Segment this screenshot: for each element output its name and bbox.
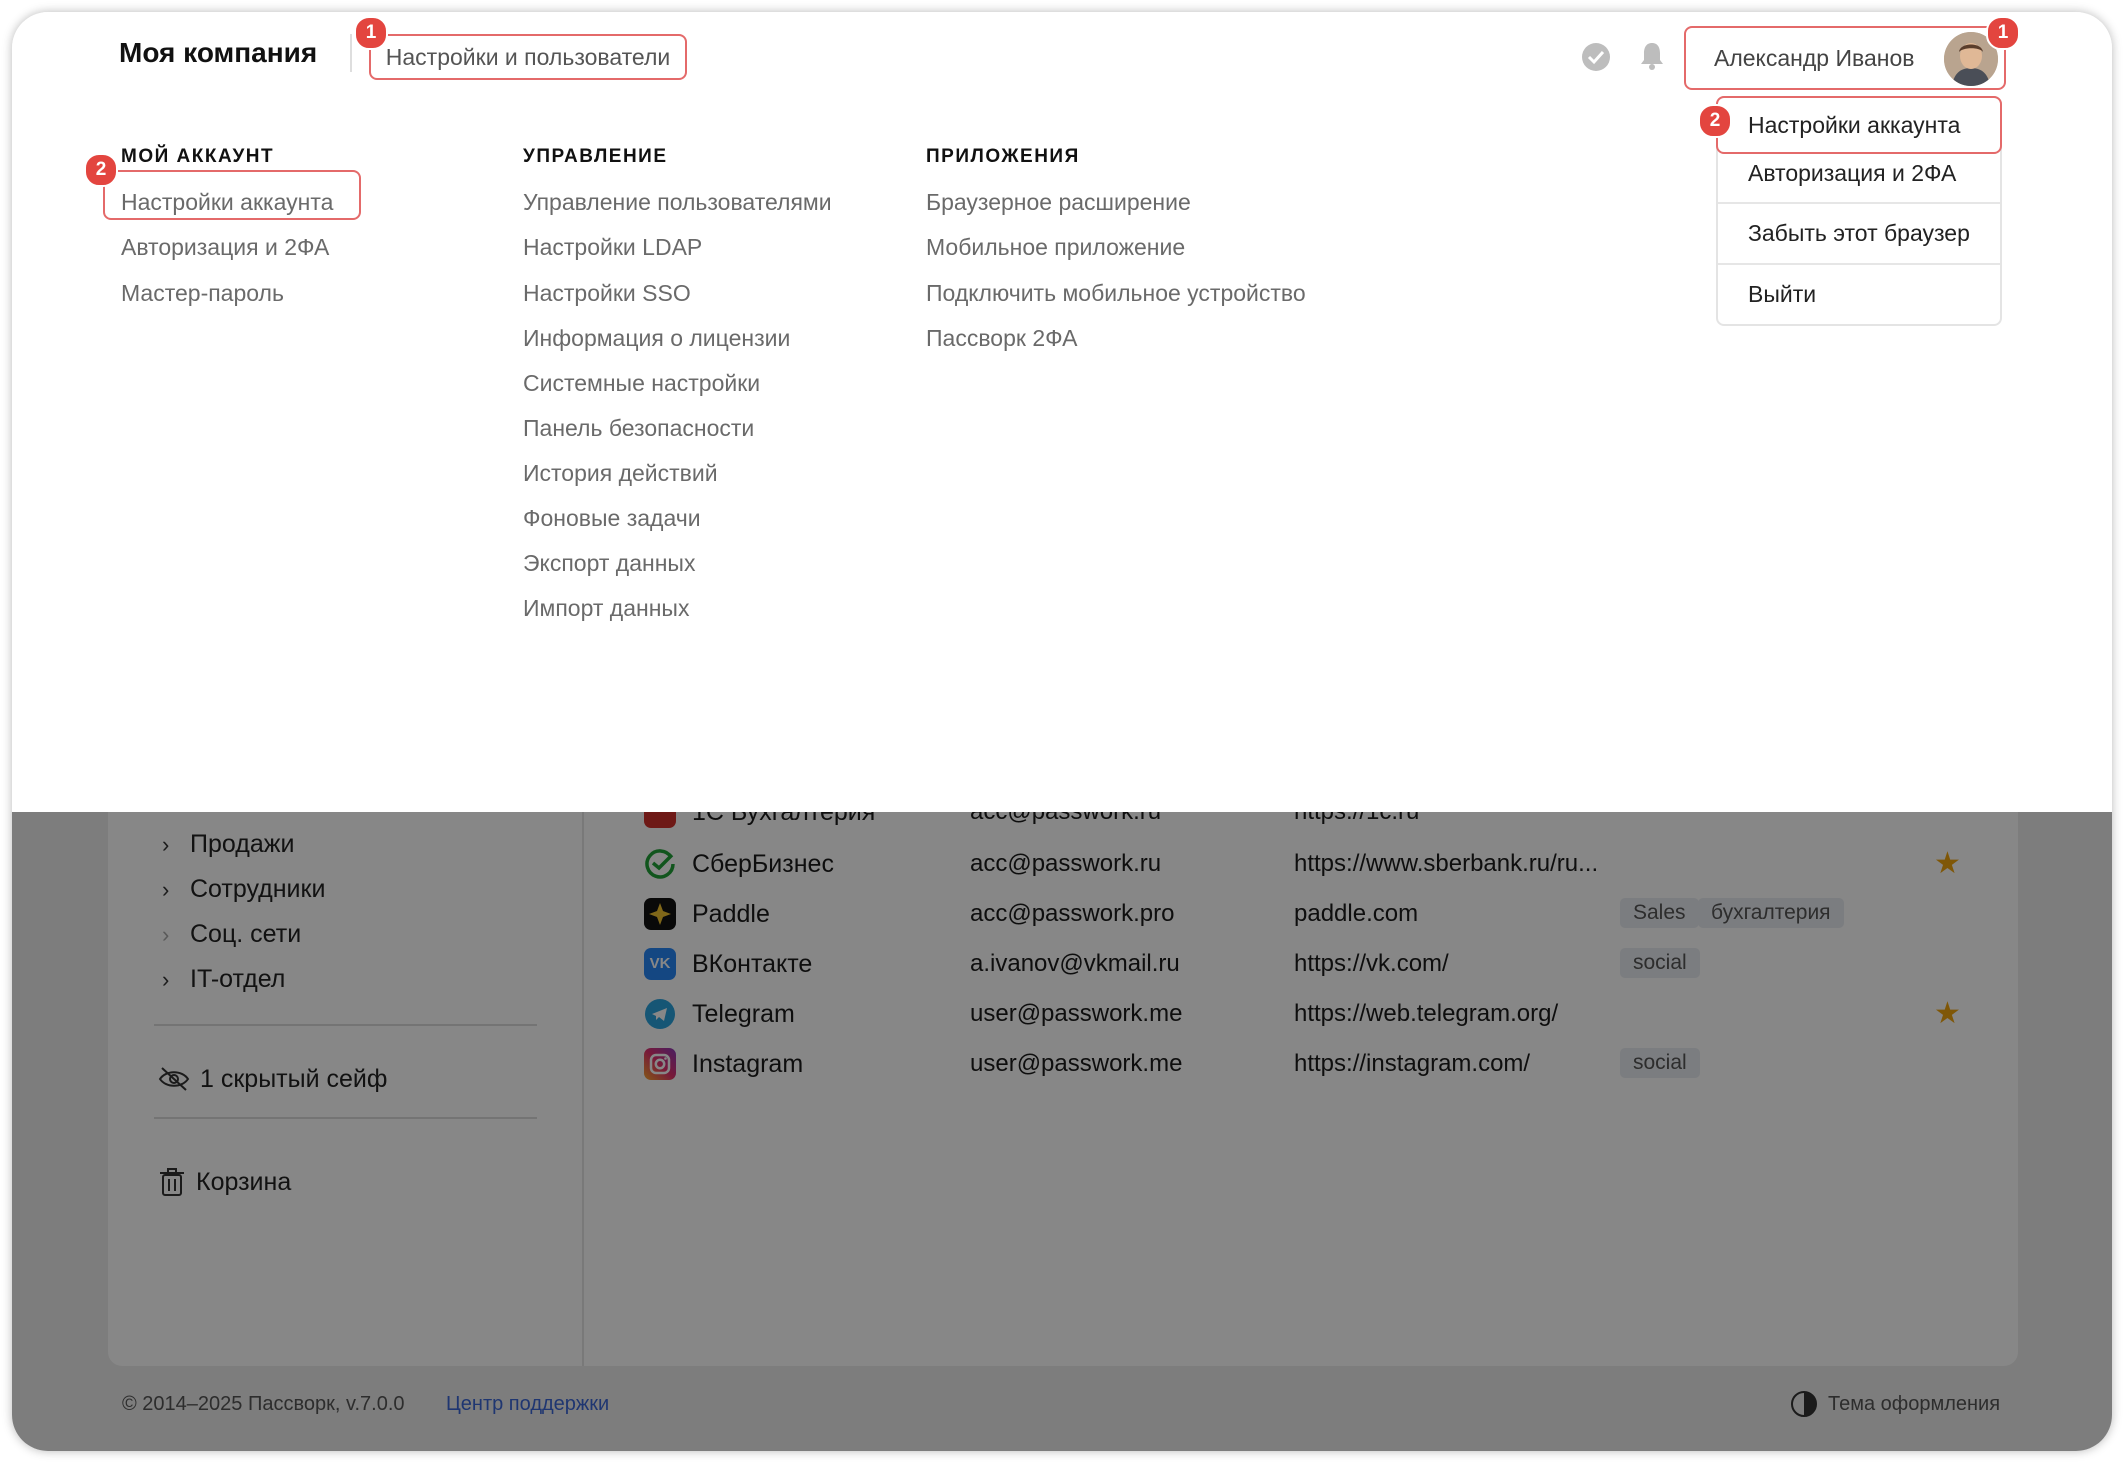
step-badge: 2 xyxy=(84,153,118,187)
dropdown-forget-browser[interactable]: Забыть этот браузер xyxy=(1718,218,2000,248)
menu-connect-mobile-device[interactable]: Подключить мобильное устройство xyxy=(926,278,1306,308)
dropdown-divider xyxy=(1718,263,2000,265)
menu-background-tasks[interactable]: Фоновые задачи xyxy=(523,503,701,533)
company-name[interactable]: Моя компания xyxy=(119,36,317,70)
management-heading: УПРАВЛЕНИЕ xyxy=(523,146,668,167)
menu-data-export[interactable]: Экспорт данных xyxy=(523,548,695,578)
highlight-frame xyxy=(103,170,361,220)
dropdown-divider xyxy=(1718,202,2000,204)
menu-master-password[interactable]: Мастер-пароль xyxy=(121,278,284,308)
menu-user-management[interactable]: Управление пользователями xyxy=(523,187,832,217)
step-badge: 1 xyxy=(354,16,388,50)
menu-browser-extension[interactable]: Браузерное расширение xyxy=(926,187,1191,217)
user-name: Александр Иванов xyxy=(1714,45,1915,71)
my-account-heading: МОЙ АККАУНТ xyxy=(121,146,275,167)
settings-link-label: Настройки и пользователи xyxy=(385,43,671,70)
menu-passwork-2fa[interactable]: Пассворк 2ФА xyxy=(926,323,1077,353)
header-divider xyxy=(350,34,352,72)
apps-heading: ПРИЛОЖЕНИЯ xyxy=(926,146,1080,167)
menu-ldap-settings[interactable]: Настройки LDAP xyxy=(523,232,702,262)
user-menu-button[interactable]: Александр Иванов xyxy=(1684,26,2006,90)
top-header: Моя компания Настройки и пользователи Ал… xyxy=(12,12,2112,106)
menu-mobile-app[interactable]: Мобильное приложение xyxy=(926,232,1185,262)
dropdown-logout[interactable]: Выйти xyxy=(1718,279,2000,309)
menu-activity-log[interactable]: История действий xyxy=(523,458,718,488)
menu-sso-settings[interactable]: Настройки SSO xyxy=(523,278,691,308)
highlight-frame xyxy=(1716,96,2002,154)
step-badge: 1 xyxy=(1986,16,2020,50)
bell-icon[interactable] xyxy=(1637,40,1667,72)
step-badge: 2 xyxy=(1698,104,1732,138)
dropdown-auth-2fa[interactable]: Авторизация и 2ФА xyxy=(1718,158,2000,188)
app-window: › Продажи › Сотрудники › Соц. сети › IT-отде… xyxy=(12,12,2112,1451)
menu-system-settings[interactable]: Системные настройки xyxy=(523,368,760,398)
menu-data-import[interactable]: Импорт данных xyxy=(523,593,689,623)
menu-auth-2fa[interactable]: Авторизация и 2ФА xyxy=(121,232,329,262)
check-circle-icon[interactable] xyxy=(1581,42,1611,72)
menu-security-dashboard[interactable]: Панель безопасности xyxy=(523,413,754,443)
menu-license-info[interactable]: Информация о лицензии xyxy=(523,323,790,353)
settings-and-users-link[interactable]: Настройки и пользователи xyxy=(369,34,687,80)
